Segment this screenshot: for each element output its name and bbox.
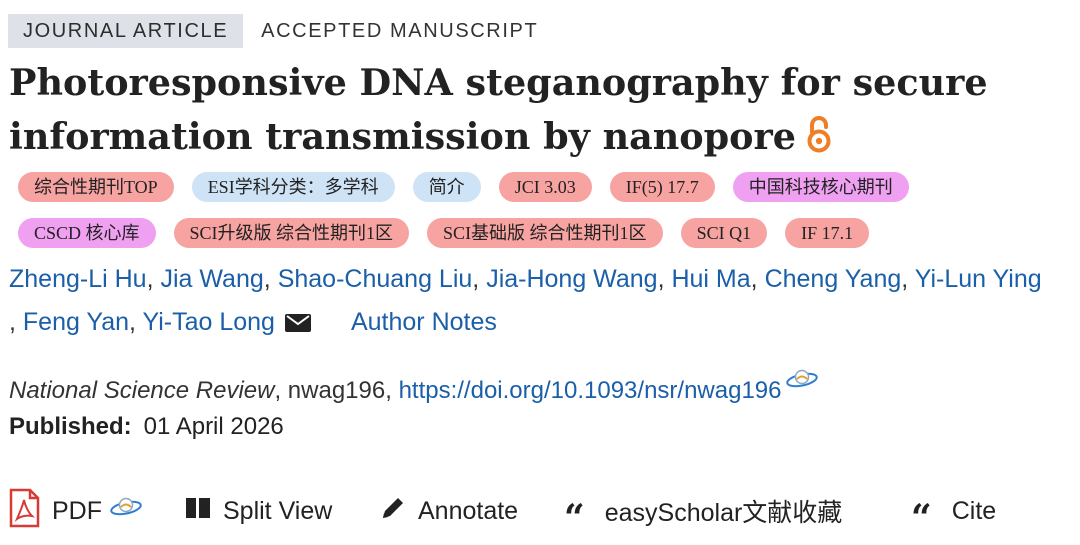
pdf-file-icon: [8, 488, 40, 535]
tag-if5[interactable]: IF(5) 17.7: [609, 172, 715, 202]
pdf-button[interactable]: PDF: [8, 486, 144, 536]
published-date: 01 April 2026: [143, 413, 284, 440]
author-link[interactable]: Jia-Hong Wang: [486, 265, 657, 293]
easyscholar-label: easyScholar文献收藏: [604, 499, 843, 527]
author-notes-link[interactable]: Author Notes: [351, 308, 497, 336]
citation-line: National Science Review, nwag196, https:…: [9, 368, 820, 405]
author-list: Zheng-Li Hu, Jia Wang, Shao-Chuang Liu, …: [9, 258, 1074, 346]
split-view-button[interactable]: Split View: [185, 486, 332, 536]
author-link[interactable]: Cheng Yang: [765, 265, 902, 293]
tag-jci[interactable]: JCI 3.03: [498, 172, 592, 202]
easyscholar-collect-button[interactable]: “ easyScholar文献收藏: [564, 486, 842, 536]
envelope-icon[interactable]: [284, 303, 311, 346]
author-link[interactable]: Zheng-Li Hu: [9, 265, 147, 293]
tag-sci-q1[interactable]: SCI Q1: [680, 218, 768, 248]
article-title: Photoresponsive DNA steganography for se…: [9, 56, 1069, 168]
tag-esi-category[interactable]: ESI学科分类：多学科: [191, 172, 395, 202]
tag-if[interactable]: IF 17.1: [785, 218, 870, 248]
annotate-label: Annotate: [418, 496, 519, 525]
author-link[interactable]: Feng Yan: [23, 308, 129, 336]
author-link[interactable]: Yi-Tao Long: [142, 308, 275, 336]
easyscholar-icon[interactable]: [784, 368, 820, 399]
cite-label: Cite: [951, 496, 997, 525]
pdf-label: PDF: [52, 496, 102, 525]
author-link[interactable]: Hui Ma: [671, 265, 750, 293]
manuscript-status-label: ACCEPTED MANUSCRIPT: [261, 19, 539, 42]
cite-button[interactable]: “ Cite: [911, 486, 997, 539]
quote-icon: “: [911, 497, 932, 539]
journal-name: National Science Review: [9, 377, 275, 404]
author-link[interactable]: Yi-Lun Ying: [915, 265, 1042, 293]
metric-tags-row-2: CSCD 核心库 SCI升级版 综合性期刊1区 SCI基础版 综合性期刊1区 S…: [18, 218, 887, 248]
article-type-label: JOURNAL ARTICLE: [8, 14, 244, 48]
tag-sci-upgrade[interactable]: SCI升级版 综合性期刊1区: [173, 218, 410, 248]
author-link[interactable]: Shao-Chuang Liu: [278, 265, 473, 293]
tag-zonghexing-top[interactable]: 综合性期刊TOP: [18, 172, 174, 202]
tag-china-core[interactable]: 中国科技核心期刊: [732, 172, 909, 202]
annotate-button[interactable]: Annotate: [380, 486, 518, 536]
tag-sci-basic[interactable]: SCI基础版 综合性期刊1区: [427, 218, 663, 248]
article-header-labels: JOURNAL ARTICLE ACCEPTED MANUSCRIPT: [8, 14, 538, 48]
split-view-label: Split View: [223, 496, 333, 525]
split-view-icon: [185, 497, 211, 526]
quote-icon: “: [564, 497, 585, 539]
tag-jianjie[interactable]: 简介: [412, 172, 481, 202]
pencil-icon: [380, 495, 406, 528]
doi-link[interactable]: https://doi.org/10.1093/nsr/nwag196: [399, 377, 782, 404]
article-number: , nwag196,: [274, 377, 399, 404]
publication-date-line: Published: 01 April 2026: [9, 413, 284, 441]
tag-cscd[interactable]: CSCD 核心库: [18, 218, 156, 248]
metric-tags-row-1: 综合性期刊TOP ESI学科分类：多学科 简介 JCI 3.03 IF(5) 1…: [18, 172, 927, 202]
article-title-text: Photoresponsive DNA steganography for se…: [9, 61, 988, 158]
published-label: Published:: [9, 413, 132, 440]
easyscholar-icon[interactable]: [108, 496, 144, 527]
author-link[interactable]: Jia Wang: [160, 265, 263, 293]
open-access-lock-icon: [804, 114, 834, 168]
